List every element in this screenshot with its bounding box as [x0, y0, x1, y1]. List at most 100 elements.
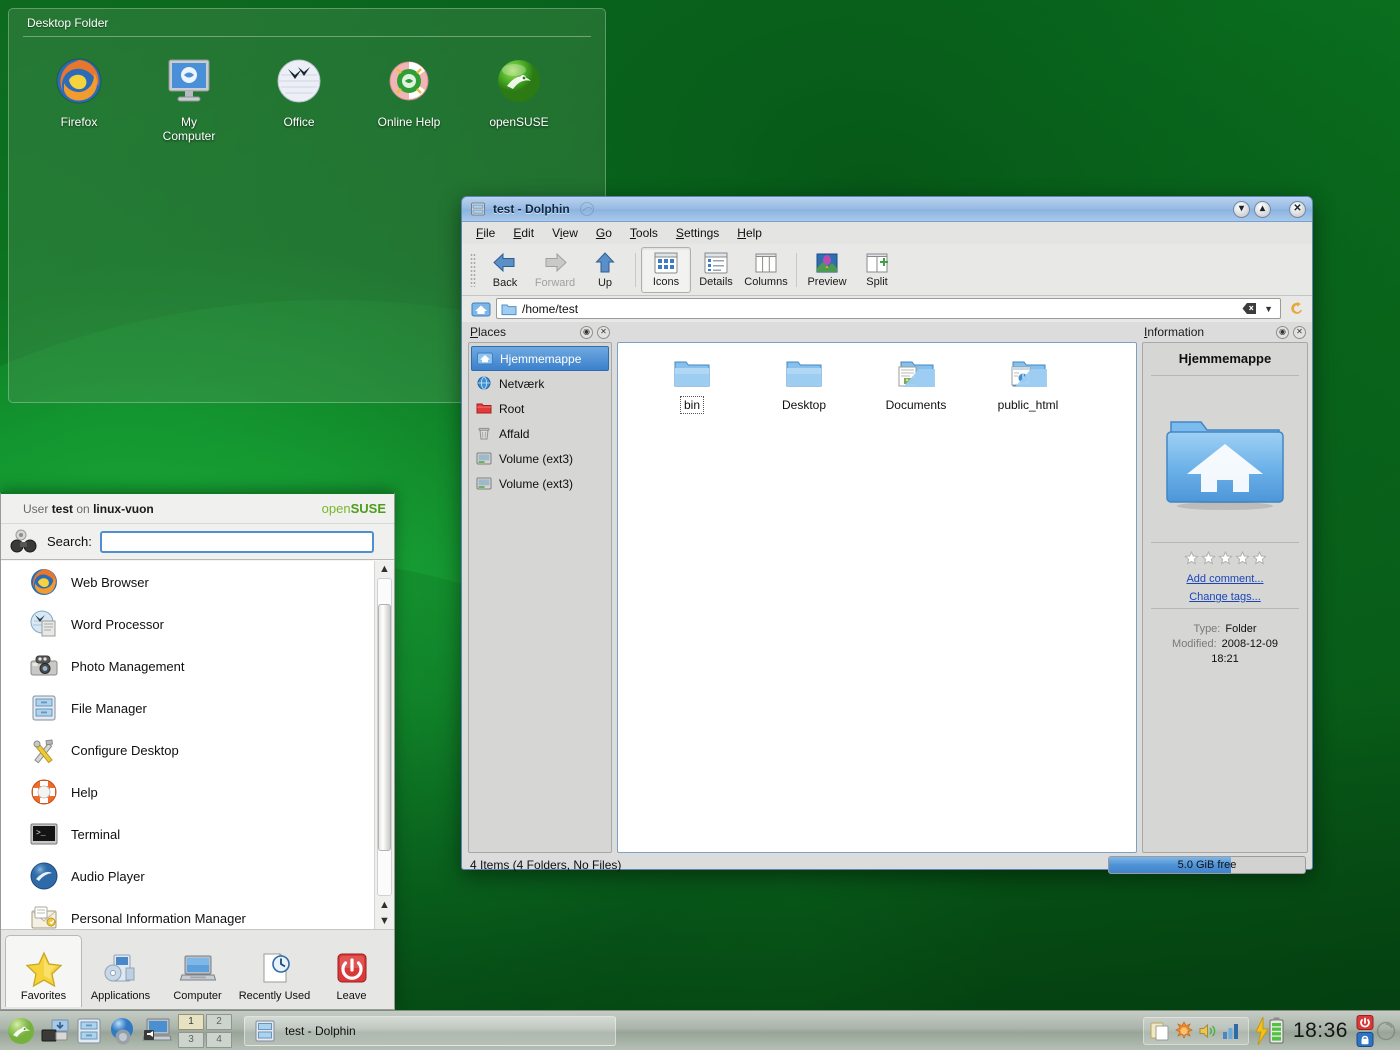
pager-desktop-4[interactable]: 4 [206, 1032, 232, 1048]
kickoff-menu[interactable]: User test on linux-vuon openSUSE Search: [0, 492, 395, 1010]
minimize-button[interactable]: ▾ [1233, 201, 1250, 218]
places-panel[interactable]: Places ◉ ✕ Hjemmemappe [468, 322, 612, 853]
star-icon[interactable] [1235, 551, 1250, 565]
place-item-volume-1[interactable]: Volume (ext3) [471, 446, 609, 471]
kickoff-item-configure-desktop[interactable]: Configure Desktop [1, 729, 394, 771]
up-button[interactable]: Up [580, 247, 630, 293]
forward-button[interactable]: Forward [530, 247, 580, 293]
kickoff-scrollbar[interactable]: ▲ ▲ ▼ [374, 561, 394, 929]
scroll-up-arrow-icon-2[interactable]: ▲ [375, 897, 395, 913]
volume-icon[interactable] [1198, 1021, 1218, 1041]
rating-stars[interactable] [1151, 551, 1299, 565]
place-item-volume-2[interactable]: Volume (ext3) [471, 471, 609, 496]
kickoff-item-audio-player[interactable]: Audio Player [1, 855, 394, 897]
view-icons-button[interactable]: Icons [641, 247, 691, 293]
places-close-button[interactable]: ✕ [597, 326, 610, 339]
menu-edit[interactable]: Edit [505, 223, 542, 243]
clipboard-icon[interactable] [1150, 1021, 1170, 1041]
place-item-home[interactable]: Hjemmemappe [471, 346, 609, 371]
menu-view[interactable]: View [544, 223, 586, 243]
back-button[interactable]: Back [480, 247, 530, 293]
taskbar[interactable]: 1 2 3 4 test - Dolphin [0, 1010, 1400, 1050]
desktop-icon-my-computer[interactable]: MyComputer [147, 53, 231, 143]
kickoff-tab-recently-used[interactable]: Recently Used [236, 935, 313, 1007]
pager-desktop-3[interactable]: 3 [178, 1032, 204, 1048]
location-field[interactable]: /home/test ▼ [496, 298, 1281, 319]
file-item-public-html[interactable]: public_html [972, 353, 1084, 413]
lock-blue-icon[interactable] [1356, 1032, 1374, 1047]
scroll-up-arrow-icon[interactable]: ▲ [375, 561, 395, 577]
kickoff-item-word-processor[interactable]: Word Processor [1, 603, 394, 645]
file-item-documents[interactable]: Documents [860, 353, 972, 413]
places-list[interactable]: Hjemmemappe Netværk Root [468, 342, 612, 853]
kickoff-item-web-browser[interactable]: Web Browser [1, 561, 394, 603]
kickoff-item-terminal[interactable]: >_ Terminal [1, 813, 394, 855]
kickoff-tabs[interactable]: Favorites Applications Computer [1, 929, 394, 1009]
menu-settings[interactable]: Settings [668, 223, 727, 243]
star-icon[interactable] [1201, 551, 1216, 565]
kickoff-search-row[interactable]: Search: [1, 524, 394, 560]
dolphin-menubar[interactable]: File Edit View Go Tools Settings Help [462, 222, 1312, 244]
star-icon[interactable] [1184, 551, 1199, 565]
browser-launcher-button[interactable] [106, 1014, 140, 1048]
kickoff-tab-favorites[interactable]: Favorites [5, 935, 82, 1007]
taskbar-corner-buttons[interactable] [1356, 1015, 1374, 1047]
dolphin-titlebar[interactable]: test - Dolphin ▾ ▴ ✕ [462, 197, 1312, 222]
battery-charging-icon[interactable] [1253, 1016, 1287, 1046]
information-close-button[interactable]: ✕ [1293, 326, 1306, 339]
close-button[interactable]: ✕ [1289, 201, 1306, 218]
desktop-pager[interactable]: 1 2 3 4 [178, 1014, 232, 1048]
dolphin-urlbar[interactable]: /home/test ▼ [462, 296, 1312, 322]
monitor-icon[interactable] [1222, 1021, 1242, 1041]
preview-button[interactable]: Preview [802, 247, 852, 293]
information-settings-button[interactable]: ◉ [1276, 326, 1289, 339]
scroll-down-arrow-icon[interactable]: ▼ [375, 913, 395, 929]
view-details-button[interactable]: Details [691, 247, 741, 293]
desktop-icon-firefox[interactable]: Firefox [37, 53, 121, 143]
kickoff-tab-leave[interactable]: Leave [313, 935, 390, 1007]
add-comment-link[interactable]: Add comment... [1151, 573, 1299, 585]
kickoff-launcher-button[interactable] [4, 1014, 38, 1048]
file-view-area[interactable]: bin Desktop [617, 322, 1137, 853]
dolphin-window[interactable]: test - Dolphin ▾ ▴ ✕ File Edit View Go T… [461, 196, 1313, 870]
cashew-icon[interactable] [1376, 1021, 1396, 1041]
taskbar-task-dolphin[interactable]: test - Dolphin [244, 1016, 616, 1046]
place-item-trash[interactable]: Affald [471, 421, 609, 446]
update-icon[interactable] [1174, 1021, 1194, 1041]
kickoff-item-personal-information-manager[interactable]: Personal Information Manager [1, 897, 394, 929]
menu-tools[interactable]: Tools [622, 223, 666, 243]
kickoff-tab-applications[interactable]: Applications [82, 935, 159, 1007]
view-columns-button[interactable]: Columns [741, 247, 791, 293]
file-list[interactable]: bin Desktop [617, 342, 1137, 853]
star-icon[interactable] [1252, 551, 1267, 565]
pager-desktop-1[interactable]: 1 [178, 1014, 204, 1030]
file-manager-launcher-button[interactable] [72, 1014, 106, 1048]
chevron-down-icon[interactable]: ▼ [1261, 304, 1276, 314]
places-settings-button[interactable]: ◉ [580, 326, 593, 339]
clock[interactable]: 18:36 [1293, 1019, 1348, 1043]
pager-desktop-2[interactable]: 2 [206, 1014, 232, 1030]
kickoff-item-file-manager[interactable]: File Manager [1, 687, 394, 729]
file-item-bin[interactable]: bin [636, 353, 748, 413]
star-icon[interactable] [1218, 551, 1233, 565]
menu-help[interactable]: Help [729, 223, 770, 243]
kickoff-item-help[interactable]: Help [1, 771, 394, 813]
split-button[interactable]: Split [852, 247, 902, 293]
place-item-network[interactable]: Netværk [471, 371, 609, 396]
kickoff-favorites-list[interactable]: Web Browser Word Processor Photo Managem… [1, 561, 394, 929]
kickoff-item-photo-management[interactable]: Photo Management [1, 645, 394, 687]
maximize-button[interactable]: ▴ [1254, 201, 1271, 218]
desktop-icon-office[interactable]: Office [257, 53, 341, 143]
home-button[interactable] [470, 299, 492, 319]
show-desktop-button[interactable] [38, 1014, 72, 1048]
system-tray[interactable] [1143, 1017, 1249, 1045]
desktop-icon-opensuse[interactable]: openSUSE [477, 53, 561, 143]
power-red-icon[interactable] [1356, 1015, 1374, 1030]
menu-file[interactable]: File [468, 223, 503, 243]
search-input[interactable] [100, 531, 374, 553]
place-item-root[interactable]: Root [471, 396, 609, 421]
menu-go[interactable]: Go [588, 223, 620, 243]
kickoff-tab-computer[interactable]: Computer [159, 935, 236, 1007]
change-tags-link[interactable]: Change tags... [1151, 591, 1299, 603]
scrollbar-thumb[interactable] [378, 604, 391, 850]
